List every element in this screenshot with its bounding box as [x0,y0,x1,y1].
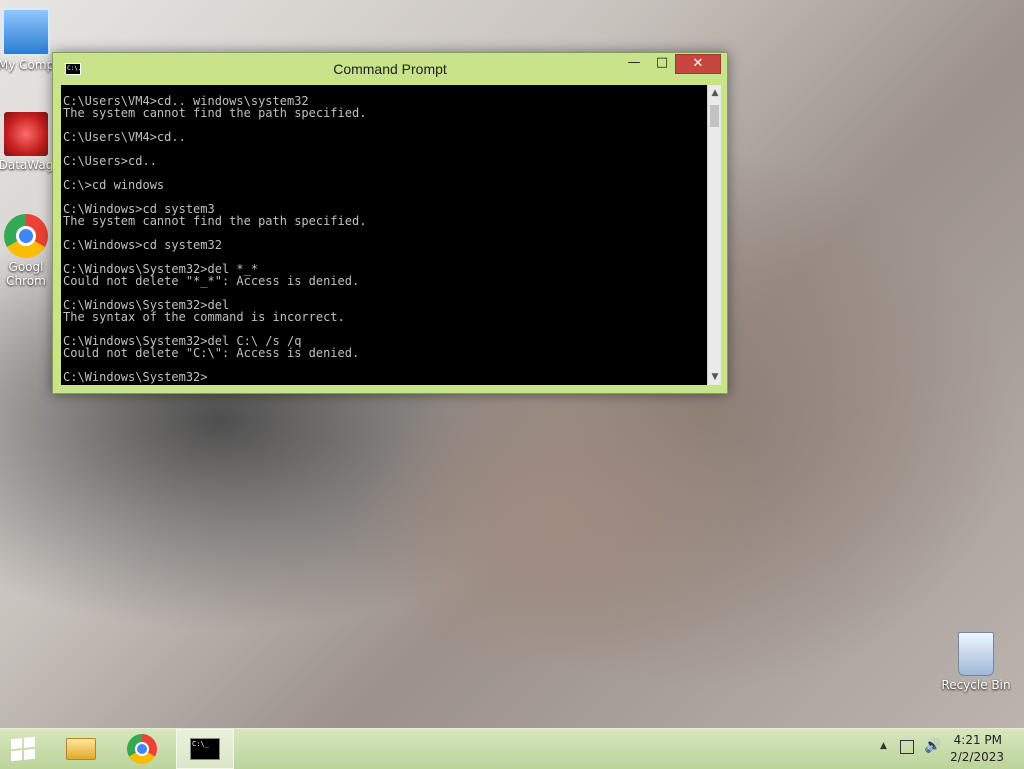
computer-icon [2,8,50,56]
console-line: C:\Users>cd.. [63,154,157,168]
chrome-icon [127,734,157,764]
clock-time[interactable]: 4:21 PM [954,733,1002,747]
console-line: Could not delete "C:\": Access is denied… [63,346,360,360]
datawagon-shortcut[interactable]: DataWag [0,112,58,172]
desktop-icon-label: My Comp [0,58,55,72]
vertical-scrollbar[interactable]: ▲ ▼ [707,85,721,385]
taskbar-google-chrome[interactable] [118,729,168,769]
scroll-thumb[interactable] [710,105,719,127]
show-hidden-icons-button[interactable]: ▲ [880,741,887,751]
cmd-icon: C:\_ [190,738,220,760]
chrome-icon [4,214,48,258]
desktop-icon-label: DataWag [0,158,54,172]
console-output[interactable]: C:\Users\VM4>cd.. windows\system32 The sy… [61,85,707,385]
taskbar-command-prompt[interactable]: C:\_ [176,729,234,769]
console-line: C:\Windows>cd system32 [63,238,222,252]
volume-icon[interactable]: 🔊 [924,738,941,754]
taskbar-file-explorer[interactable] [56,729,106,769]
scroll-down-icon[interactable]: ▼ [708,369,722,385]
start-button[interactable] [0,729,48,769]
console-line: The system cannot find the path specifie… [63,214,367,228]
console-text: C:\Users\VM4>cd.. windows\system32 The sy… [61,85,707,383]
maximize-button[interactable]: □ [649,54,675,74]
clock-date[interactable]: 2/2/2023 [950,750,1004,764]
windows-logo-icon [11,736,35,762]
console-line: C:\Users\VM4>cd.. [63,130,186,144]
system-tray: ▲ 🔊 4:21 PM 2/2/2023 [864,728,1024,768]
console-line: Could not delete "*_*": Access is denied… [63,274,360,288]
console-line: C:\>cd windows [63,178,165,192]
command-prompt-window[interactable]: C:\. Command Prompt — □ ✕ C:\Users\VM4>c… [52,52,728,394]
recycle-bin-shortcut[interactable]: Recycle Bin [940,632,1012,692]
scroll-up-icon[interactable]: ▲ [708,85,722,101]
network-icon[interactable] [900,740,914,754]
datawagon-icon [4,112,48,156]
console-line: C:\Windows\System32> [63,370,208,384]
desktop-icon-label: Recycle Bin [941,678,1011,692]
recycle-bin-icon [958,632,994,676]
folder-icon [66,738,96,760]
window-titlebar[interactable]: C:\. Command Prompt — □ ✕ [53,53,727,85]
my-computer-shortcut[interactable]: My Comp [0,8,58,72]
close-button[interactable]: ✕ [675,54,721,74]
desktop-icon-label: Googl Chrom [6,260,46,288]
console-line: The syntax of the command is incorrect. [63,310,345,324]
minimize-button[interactable]: — [621,54,647,74]
console-line: The system cannot find the path specifie… [63,106,367,120]
google-chrome-shortcut[interactable]: Googl Chrom [0,214,58,288]
